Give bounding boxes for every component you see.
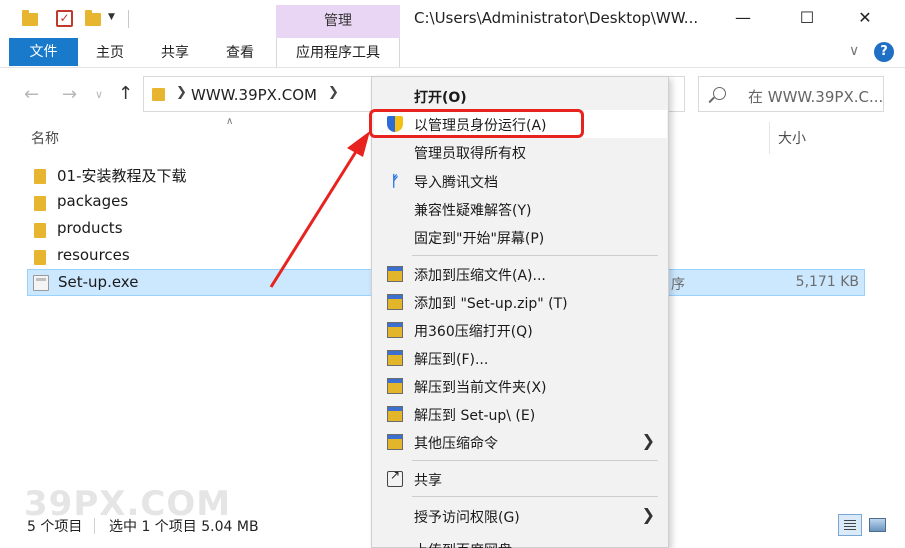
annotation-arrow-shaft bbox=[269, 149, 359, 288]
annotation-arrow-head bbox=[347, 131, 370, 157]
annotation-arrow bbox=[269, 131, 370, 288]
